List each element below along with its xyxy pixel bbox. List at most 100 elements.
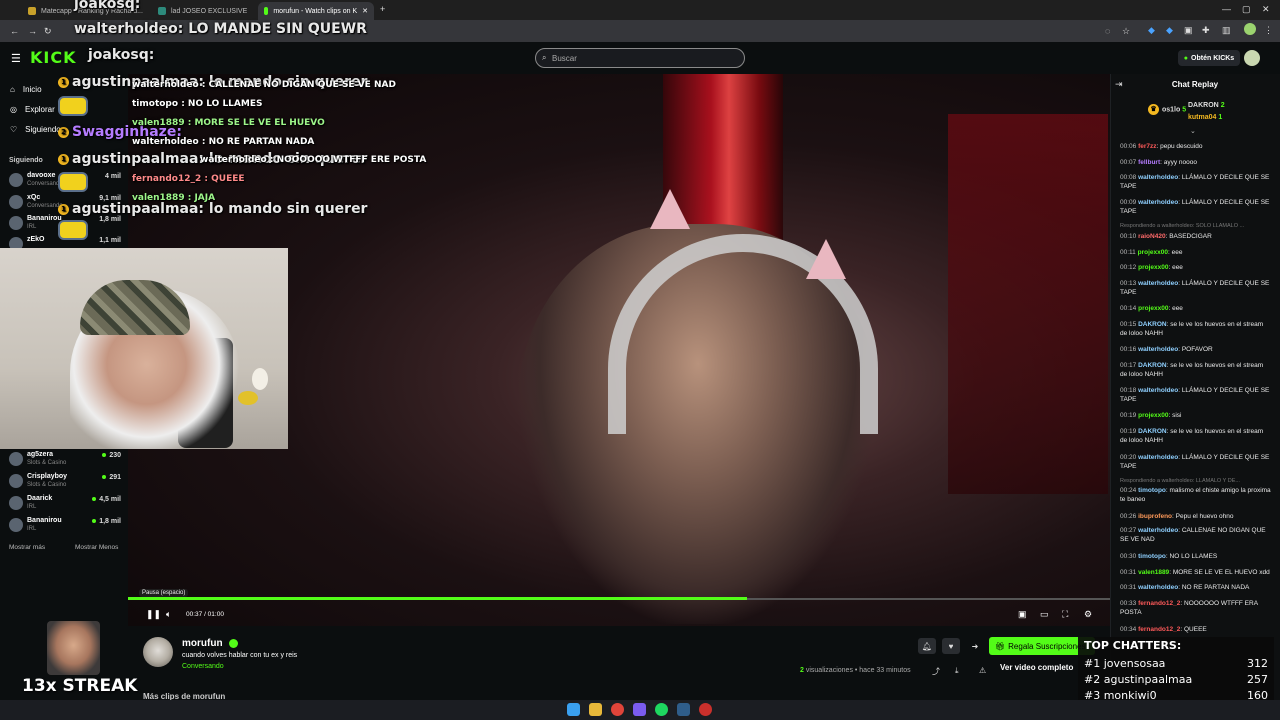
chat-username[interactable]: walterholdeo xyxy=(1138,199,1178,206)
share-icon[interactable]: ⤴ xyxy=(932,666,940,677)
followed-channel[interactable]: ag5zera Slots & Casino 230 xyxy=(9,450,121,470)
top-gifter: ♛ os1lo 5 xyxy=(1148,104,1186,115)
share-arrow-icon[interactable]: ➜ xyxy=(966,638,984,654)
obs-icon[interactable] xyxy=(699,703,712,716)
eye-off-icon[interactable]: ◌ xyxy=(1105,26,1110,36)
chat-username[interactable]: walterholdeo xyxy=(1138,387,1178,394)
download-icon[interactable]: ⤓ xyxy=(955,666,959,676)
clip-icon[interactable]: ▣ xyxy=(1018,609,1027,620)
channel-category: IRL xyxy=(27,224,37,230)
chat-username[interactable]: fernando12_2 xyxy=(1138,600,1180,607)
chat-username[interactable]: raioN420 xyxy=(1138,233,1165,240)
get-kicks-button[interactable]: ● Obtén KICKs xyxy=(1178,50,1240,66)
kick-logo[interactable]: KICK xyxy=(30,48,77,67)
chat-username[interactable]: DAKRON xyxy=(1138,362,1167,369)
sidebar-item-explore[interactable]: ◎ Explorar xyxy=(10,105,55,114)
settings-gear-icon[interactable]: ⚙ xyxy=(1084,609,1092,620)
chat-text: NO RE PARTAN NADA xyxy=(1181,584,1250,591)
puzzle-icon[interactable]: ✚ xyxy=(1202,25,1210,36)
channel-name: davooxe xyxy=(27,172,56,179)
windows-start-icon[interactable] xyxy=(567,703,580,716)
chat-username[interactable]: walterholdeo xyxy=(1138,454,1178,461)
chrome-icon[interactable] xyxy=(611,703,624,716)
spotify-icon[interactable] xyxy=(655,703,668,716)
viewer-count: 4 mil xyxy=(105,173,121,180)
chat-username[interactable]: walterholdeo xyxy=(1138,346,1178,353)
extension-icon[interactable]: ◆ xyxy=(1148,25,1155,36)
gifter-name: os1lo xyxy=(1162,106,1181,114)
full-video-button[interactable]: Ver video completo xyxy=(1000,663,1073,672)
file-explorer-icon[interactable] xyxy=(589,703,602,716)
bookmark-star-icon[interactable]: ☆ xyxy=(1122,26,1130,37)
extension-icon[interactable]: ▣ xyxy=(1184,25,1193,36)
forward-icon[interactable]: → xyxy=(28,26,37,36)
chat-username[interactable]: fellburt xyxy=(1138,159,1160,166)
sidebar-item-home[interactable]: ⌂ Inicio xyxy=(10,85,42,94)
chat-timestamp: 00:13 xyxy=(1120,280,1137,287)
pause-button[interactable]: ❚❚ xyxy=(146,609,161,620)
chat-message: 00:26 ibuprofeno: Pepu el huevo ohno xyxy=(1120,513,1272,522)
channel-name[interactable]: morufun xyxy=(182,638,223,649)
chat-username[interactable]: timotopo xyxy=(1138,553,1166,560)
channel-avatar[interactable] xyxy=(143,637,173,667)
profile-avatar-icon[interactable] xyxy=(1244,23,1256,35)
fullscreen-icon[interactable]: ⛶ xyxy=(1062,609,1068,620)
followed-channel[interactable]: Bananirou IRL 1,8 mil xyxy=(9,516,121,536)
channel-name: Bananirou xyxy=(27,517,62,524)
chat-username[interactable]: walterholdeo xyxy=(1138,174,1178,181)
reload-icon[interactable]: ↻ xyxy=(44,26,52,37)
minimize-icon[interactable]: — xyxy=(1222,4,1231,14)
chat-message: 00:19 projexx00: sisi xyxy=(1120,412,1272,421)
show-more-link[interactable]: Mostrar más xyxy=(9,544,45,551)
followed-channel[interactable]: Daarick IRL 4,5 mil xyxy=(9,494,121,514)
new-tab-button[interactable]: + xyxy=(380,4,385,14)
chat-timestamp: 00:20 xyxy=(1120,454,1137,461)
show-less-link[interactable]: Mostrar Menos xyxy=(75,544,118,551)
user-avatar[interactable] xyxy=(1244,50,1260,66)
chat-username[interactable]: valen1889 xyxy=(1138,569,1169,576)
report-warning-icon[interactable]: ⚠ xyxy=(979,666,986,675)
clip-category[interactable]: Conversando xyxy=(182,663,224,670)
close-icon[interactable]: ✕ xyxy=(362,7,368,15)
chat-username[interactable]: fernando12_2 xyxy=(1138,626,1180,633)
maximize-icon[interactable]: ▢ xyxy=(1242,4,1251,15)
chat-username[interactable]: projexx00 xyxy=(1138,412,1168,419)
chat-username[interactable]: walterholdeo xyxy=(1138,584,1178,591)
viewer-count: 4,5 mil xyxy=(92,496,121,503)
chat-username[interactable]: walterholdeo xyxy=(1138,280,1178,287)
chat-username[interactable]: DAKRON xyxy=(1138,321,1167,328)
back-icon[interactable]: ← xyxy=(10,26,19,36)
chat-message: 00:19 DAKRON: se le ve los huevos en el … xyxy=(1120,428,1272,445)
steam-icon[interactable] xyxy=(677,703,690,716)
tab-favicon-icon xyxy=(28,7,36,15)
follow-heart-button[interactable]: ♥ xyxy=(942,638,960,654)
chat-username[interactable]: walterholdeo xyxy=(1138,527,1178,534)
theater-mode-icon[interactable]: ▭ xyxy=(1040,609,1049,620)
chat-username[interactable]: ibuprofeno xyxy=(1138,513,1172,520)
gift-icon: 🎁︎ xyxy=(995,641,1006,651)
hamburger-menu-icon[interactable]: ☰ xyxy=(11,52,21,65)
notification-bell-button[interactable]: 🔔︎ xyxy=(918,638,936,654)
discord-icon[interactable] xyxy=(633,703,646,716)
menu-dots-icon[interactable]: ⋮ xyxy=(1264,25,1273,36)
streamer-chat-line: walterholdeo : NO RE PARTAN NADA xyxy=(132,137,315,147)
followed-channel[interactable]: Crisplayboy Slots & Casino 291 xyxy=(9,472,121,492)
sidebar-item-following[interactable]: ♡ Siguiendo xyxy=(10,125,61,134)
volume-icon[interactable]: 🔈︎ xyxy=(166,609,171,620)
chat-username[interactable]: DAKRON xyxy=(1138,428,1167,435)
viewer-count-value: 230 xyxy=(109,452,121,459)
chat-message: 00:31 walterholdeo: NO RE PARTAN NADA xyxy=(1120,584,1272,593)
chat-username[interactable]: fer7zz xyxy=(1138,143,1156,150)
search-input[interactable]: ⌕ Buscar xyxy=(535,48,745,68)
progress-fill[interactable] xyxy=(128,597,747,600)
chat-username[interactable]: projexx00 xyxy=(1138,249,1168,256)
chat-username[interactable]: timotopo xyxy=(1138,487,1166,494)
sidebar-icon[interactable]: ▥ xyxy=(1222,25,1231,36)
browser-tab[interactable]: lad JOSEO EXCLUSIVE xyxy=(152,2,256,20)
extension-icon[interactable]: ◆ xyxy=(1166,25,1173,36)
close-window-icon[interactable]: ✕ xyxy=(1262,4,1270,15)
chat-username[interactable]: projexx00 xyxy=(1138,264,1168,271)
chat-username[interactable]: projexx00 xyxy=(1138,305,1168,312)
browser-tab-active[interactable]: morufun - Watch clips on K ✕ xyxy=(258,2,374,20)
expand-chevron-icon[interactable]: ⌄ xyxy=(1190,127,1196,135)
